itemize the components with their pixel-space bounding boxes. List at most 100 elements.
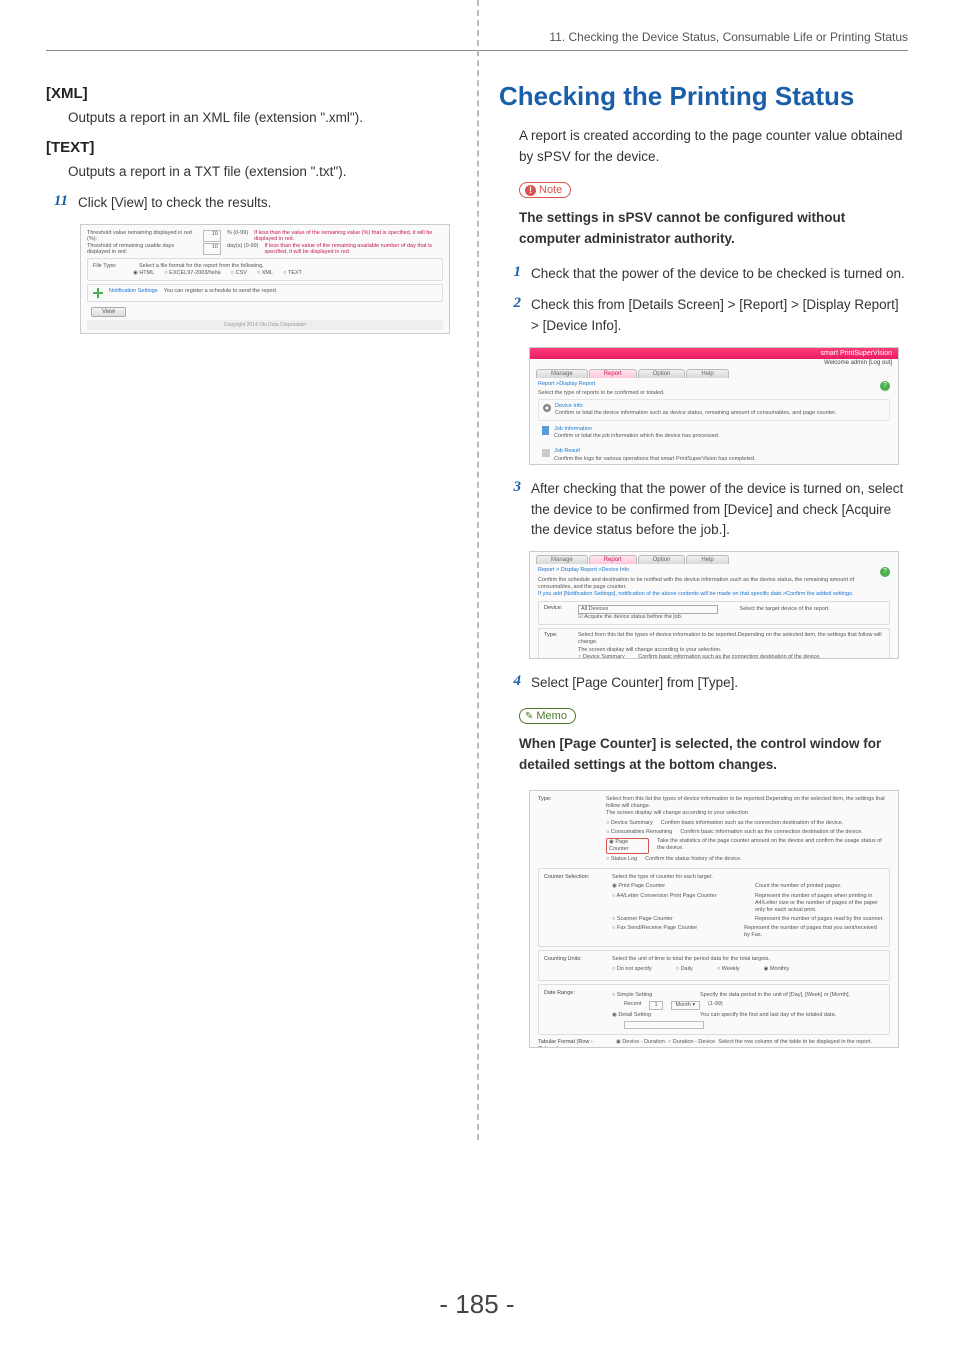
tabular-format-label: Tabular Format (Row - Column): (538, 1039, 608, 1048)
checkbox-acquire[interactable]: ☑ Acquire the device status before the j… (578, 614, 682, 620)
link-device-info[interactable]: Device Info (555, 403, 583, 409)
radio-scanner-counter[interactable]: ○ Scanner Page Counter (612, 916, 747, 923)
radio-csv[interactable]: ○ CSV (231, 270, 247, 276)
notification-help: You can register a schedule to send the … (164, 288, 278, 298)
radio-device-summary[interactable]: ○ Device Summary (578, 654, 625, 660)
view-button[interactable]: View (91, 307, 126, 317)
radio-a4-counter[interactable]: ○ A4/Letter Conversion Print Page Counte… (612, 893, 747, 914)
document-icon (541, 426, 551, 436)
radio-page-counter[interactable]: ◉ Page Counter (606, 838, 649, 854)
screenshot-page-counter: Type: Select from this list the types of… (529, 790, 899, 1048)
device-select[interactable]: All Devices (578, 605, 718, 614)
help-icon[interactable]: ? (880, 381, 890, 391)
threshold1-range: % (0-99) (227, 230, 248, 242)
app-brand: smart PrintSuperVision (530, 348, 898, 359)
job-info-desc: Confirm or total the job information whi… (554, 433, 719, 439)
threshold2-label: Threshold of remaining usable days displ… (87, 243, 197, 255)
step-number: 2 (499, 295, 521, 312)
report-subtext: Select the type of reports to be confirm… (538, 390, 890, 397)
breadcrumb: Report > Display Report >Device Info (538, 567, 890, 574)
fax-counter-desc: Represent the number of pages that you s… (744, 925, 884, 939)
type-label: Type: (538, 796, 598, 865)
radio-status-log[interactable]: ○ Status Log (606, 856, 637, 863)
xml-body: Outputs a report in an XML file (extensi… (68, 108, 465, 129)
tab-manage[interactable]: Manage (536, 555, 588, 564)
detail-date-input[interactable] (624, 1021, 704, 1029)
step-text: Select [Page Counter] from [Type]. (531, 673, 738, 694)
radio-print-counter[interactable]: ◉ Print Page Counter (612, 883, 747, 890)
step-number: 4 (499, 673, 521, 690)
radio-duration-device[interactable]: ○ Duration - Device (668, 1039, 715, 1045)
step-text: Check that the power of the device to be… (531, 264, 905, 285)
radio-fax-counter[interactable]: ○ Fax Send/Receive Page Counter (612, 925, 736, 939)
radio-monthly[interactable]: ◉ Monthly (764, 966, 790, 973)
breadcrumb: Report >Display Report (538, 381, 890, 388)
screenshot-file-type: Threshold value remaining displayed in r… (80, 224, 450, 334)
gear-icon (542, 403, 552, 413)
job-result-desc: Confirm the logs for various operations … (554, 456, 756, 462)
radio-simple-setting[interactable]: ○ Simple Setting (612, 992, 692, 999)
text-heading: [TEXT] (46, 139, 465, 156)
radio-consumables[interactable]: ○ Consumables Remaining (606, 829, 672, 836)
type-label: Type: (544, 632, 570, 659)
radio-device-summary[interactable]: ○ Device Summary (606, 820, 653, 827)
radio-do-not-specify[interactable]: ○ Do not specify (612, 966, 652, 973)
step-number: 1 (499, 264, 521, 281)
tab-option[interactable]: Option (638, 369, 686, 378)
tabular-format-desc: Select the row column of the table to be… (718, 1039, 872, 1045)
tab-help[interactable]: Help (686, 369, 728, 378)
recent-unit-select[interactable]: Month ▾ (671, 1001, 701, 1010)
recent-label: Recent (624, 1001, 641, 1010)
intro-text: A report is created according to the pag… (519, 126, 908, 168)
tab-option[interactable]: Option (638, 555, 686, 564)
counter-selection-label: Counter Selection: (544, 874, 604, 941)
counting-units-sub: Select the unit of time to total the per… (612, 956, 884, 963)
tab-help[interactable]: Help (686, 555, 728, 564)
scanner-counter-desc: Represent the number of pages read by th… (755, 916, 884, 923)
threshold2-range: day(s) (0-99) (227, 243, 258, 255)
link-job-info[interactable]: Job Information (554, 426, 592, 432)
type-intro: Select from this list the types of devic… (578, 632, 884, 646)
tab-manage[interactable]: Manage (536, 369, 588, 378)
recent-value-input[interactable]: 1 (649, 1001, 662, 1010)
filetype-help: Select a file format for the report from… (139, 263, 264, 269)
radio-html[interactable]: ◉ HTML (133, 270, 154, 276)
device-help: Select the target device of the report. (740, 606, 830, 612)
radio-weekly[interactable]: ○ Weekly (717, 966, 740, 973)
page-counter-desc: Take the statistics of the page counter … (657, 838, 890, 854)
log-icon (541, 448, 551, 458)
simple-setting-desc: Specify the data period in the unit of [… (700, 992, 850, 999)
screenshot-display-report: smart PrintSuperVision Welcome admin [Lo… (529, 347, 899, 465)
print-counter-desc: Count the number of printed pages. (755, 883, 842, 890)
threshold2-input[interactable]: 10 (203, 243, 221, 255)
radio-excel[interactable]: ○ EXCEL97-2003/№№ (164, 270, 220, 276)
welcome-text: Welcome admin [Log out] (824, 360, 892, 366)
link-job-result[interactable]: Job Result (554, 448, 580, 454)
threshold1-input[interactable]: 10 (203, 230, 221, 242)
screenshot-device-info: Manage Report Option Help ? Report > Dis… (529, 551, 899, 659)
radio-text[interactable]: ○ TEXT (283, 270, 302, 276)
tab-report[interactable]: Report (589, 555, 637, 564)
type-intro: Select from this list the types of devic… (606, 796, 890, 810)
radio-xml[interactable]: ○ XML (257, 270, 273, 276)
xml-heading: [XML] (46, 85, 465, 102)
note-body: The settings in sPSV cannot be configure… (519, 208, 908, 250)
radio-detail-setting[interactable]: ◉ Detail Setting (612, 1012, 692, 1019)
notification-settings-link[interactable]: Notification Settings (109, 288, 158, 298)
device-label: Device: (544, 605, 570, 621)
radio-daily[interactable]: ○ Daily (676, 966, 693, 973)
copyright-text: Copyright 2014 Oki Data Corporation (87, 320, 443, 330)
recent-range: (1-99) (708, 1001, 723, 1010)
step-number: 3 (499, 479, 521, 496)
status-log-desc: Confirm the status history of the device… (645, 856, 742, 863)
page-title: Checking the Printing Status (499, 81, 908, 112)
threshold1-label: Threshold value remaining displayed in r… (87, 230, 197, 242)
note-badge: ! Note (519, 182, 571, 198)
step-text: Click [View] to check the results. (78, 193, 271, 214)
tab-report[interactable]: Report (589, 369, 637, 378)
memo-badge: ✎ Memo (519, 708, 576, 724)
step-text: Check this from [Details Screen] > [Repo… (531, 295, 908, 337)
memo-label: Memo (536, 710, 567, 722)
radio-device-duration[interactable]: ◉ Device - Duration (616, 1039, 665, 1045)
plus-icon (93, 288, 103, 298)
